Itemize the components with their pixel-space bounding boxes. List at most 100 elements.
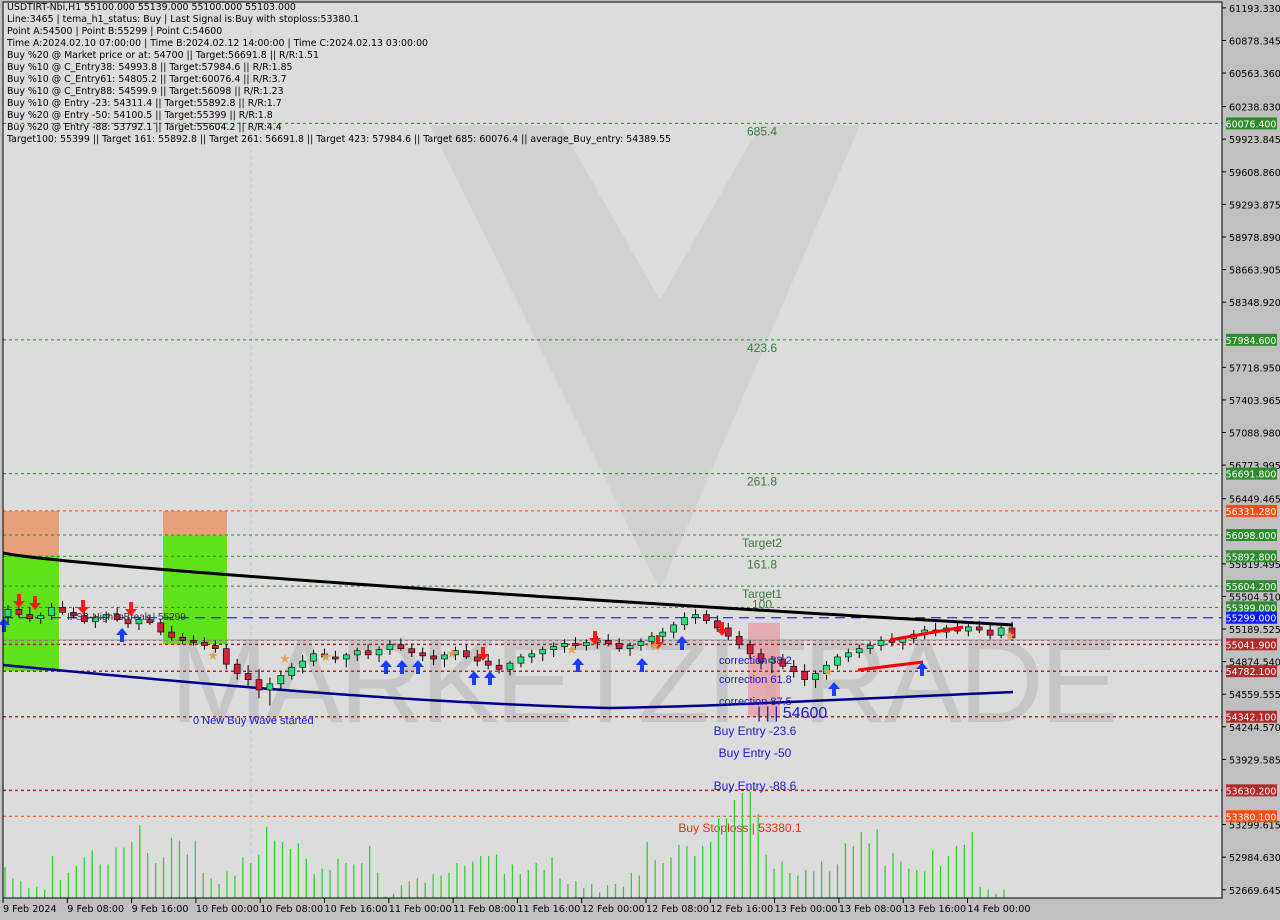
y-tick-label: 58663.905 xyxy=(1229,266,1280,277)
candle-body xyxy=(408,648,416,654)
price-tag-label: 55041.900 xyxy=(1226,640,1277,651)
zone-orange xyxy=(163,510,227,536)
candle-body xyxy=(604,640,612,644)
candle-body xyxy=(484,660,492,666)
info-line: Buy %20 @ Market price or at: 54700 || T… xyxy=(7,50,319,61)
candle-body xyxy=(550,646,557,650)
level-label: 423.6 xyxy=(747,341,777,355)
chart-annotation: Buy Entry -23.6 xyxy=(714,724,797,738)
star-icon: ★ xyxy=(279,652,291,667)
candle-body xyxy=(364,650,372,656)
candle-body xyxy=(37,615,45,619)
candle-body xyxy=(812,673,819,680)
candle-body xyxy=(288,666,296,676)
chart-window: MARKETZITRADE 685.4 423.6 261.8 Target2 161.8… xyxy=(0,0,1280,920)
candle-body xyxy=(986,629,994,636)
candle-body xyxy=(855,648,863,654)
x-tick-label: 9 Feb 2024 xyxy=(3,904,57,915)
candle-body xyxy=(310,653,317,662)
candle-body xyxy=(244,673,252,680)
candle-body xyxy=(463,650,470,658)
info-line: Buy %10 @ C_Entry61: 54805.2 || Target:6… xyxy=(7,74,287,85)
x-tick-label: 13 Feb 16:00 xyxy=(903,904,966,915)
y-tick-label: 59608.860 xyxy=(1229,168,1280,179)
y-tick-label: 59923.845 xyxy=(1229,135,1280,146)
candle-body xyxy=(714,620,721,629)
price-tag-label: 56098.000 xyxy=(1226,531,1277,542)
chart-annotation: Buy Stoploss | 53380.1 xyxy=(678,821,802,835)
info-line: Buy %20 @ Entry -50: 54100.5 || Target:5… xyxy=(7,110,273,121)
x-tick-label: 13 Feb 08:00 xyxy=(839,904,902,915)
symbol-line: USDTIRT-Nbi,H1 55100.000 55139.000 55100… xyxy=(7,2,296,13)
y-tick-label: 56449.465 xyxy=(1229,495,1280,506)
price-tag-label: 55299.000 xyxy=(1226,614,1277,625)
chart-annotation: Buy Entry -50 xyxy=(719,746,792,760)
candle-body xyxy=(845,652,852,658)
candle-body xyxy=(343,654,350,660)
candle-body xyxy=(266,683,274,691)
x-tick-label: 10 Feb 08:00 xyxy=(260,904,323,915)
candle-body xyxy=(168,631,175,638)
y-tick-label: 61193.330 xyxy=(1229,4,1280,15)
candle-body xyxy=(397,644,405,649)
candle-body xyxy=(430,655,437,660)
x-tick-label: 11 Feb 16:00 xyxy=(517,904,580,915)
x-tick-label: 12 Feb 16:00 xyxy=(710,904,773,915)
info-line: Target100: 55399 || Target 161: 55892.8 … xyxy=(7,134,672,145)
candle-body xyxy=(637,641,645,646)
candle-body xyxy=(834,656,841,666)
y-tick-label: 58978.890 xyxy=(1229,233,1280,244)
candle-body xyxy=(659,631,667,637)
candle-body xyxy=(506,662,514,670)
candle-body xyxy=(4,609,12,617)
info-line: Line:3465 | tema_h1_status: Buy | Last S… xyxy=(7,14,360,25)
y-tick-label: 54559.555 xyxy=(1229,690,1280,701)
info-line: Time A:2024.02.10 07:00:00 | Time B:2024… xyxy=(7,38,428,49)
candle-body xyxy=(517,656,525,664)
candle-body xyxy=(790,665,798,672)
candle-body xyxy=(233,663,241,674)
candle-body xyxy=(877,640,885,646)
candle-body xyxy=(670,624,677,633)
candle-body xyxy=(495,664,503,670)
star-icon: ★ xyxy=(320,650,332,665)
price-tag-label: 56331.280 xyxy=(1226,507,1277,518)
x-tick-label: 10 Feb 16:00 xyxy=(325,904,388,915)
candle-body xyxy=(48,606,55,616)
candle-body xyxy=(735,635,743,645)
info-line: Buy %10 @ C_Entry88: 54599.9 || Target:5… xyxy=(7,86,284,97)
zone-orange xyxy=(3,510,59,556)
candle-body xyxy=(419,652,426,657)
x-tick-label: 12 Feb 08:00 xyxy=(646,904,709,915)
candle-body xyxy=(801,671,808,680)
level-label: Target2 xyxy=(742,536,782,550)
candle-body xyxy=(473,656,481,662)
price-tag-label: 54342.100 xyxy=(1226,713,1277,724)
info-line: Buy %10 @ Entry -23: 54311.4 || Target:5… xyxy=(7,98,282,109)
chart-annotation: IFSB-HighToBreak | 55299 xyxy=(67,612,186,623)
level-label: 685.4 xyxy=(747,124,777,138)
x-tick-label: 11 Feb 08:00 xyxy=(453,904,516,915)
candle-body xyxy=(703,614,710,622)
candle-body xyxy=(386,644,394,650)
candle-body xyxy=(528,653,536,658)
star-icon: ★ xyxy=(1004,629,1016,644)
star-icon: ★ xyxy=(446,647,458,662)
price-tag-label: 54782.100 xyxy=(1226,667,1277,678)
candle-body xyxy=(746,644,754,655)
level-label: 161.8 xyxy=(747,557,777,571)
candle-body xyxy=(583,642,590,646)
candle-body xyxy=(222,648,230,665)
candle-body xyxy=(615,643,623,649)
info-line: Buy %10 @ C_Entry38: 54993.8 || Target:5… xyxy=(7,62,293,73)
candle-body xyxy=(626,645,634,649)
y-tick-label: 52984.630 xyxy=(1229,853,1280,864)
y-tick-label: 60878.345 xyxy=(1229,36,1280,47)
y-tick-label: 60563.360 xyxy=(1229,69,1280,80)
x-tick-label: 10 Feb 00:00 xyxy=(196,904,259,915)
candle-body xyxy=(157,622,165,633)
y-tick-label: 57403.965 xyxy=(1229,396,1280,407)
info-line: Point A:54500 | Point B:55299 | Point C:… xyxy=(7,26,223,37)
candle-body xyxy=(965,626,972,632)
chart-annotation: Buy Entry -88.6 xyxy=(714,779,797,793)
